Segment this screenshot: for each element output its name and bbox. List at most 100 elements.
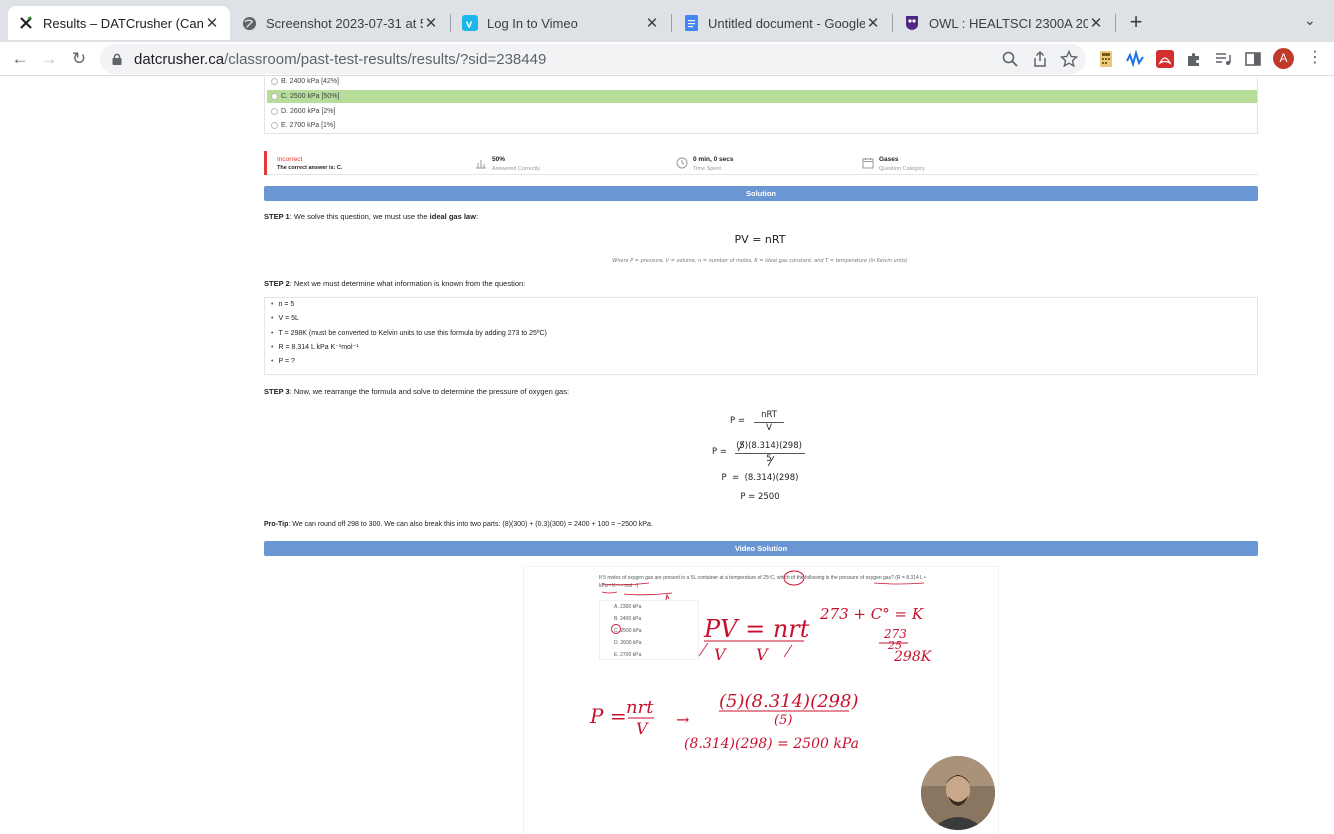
eq4-result: P = 2500	[740, 492, 780, 502]
profile-avatar[interactable]: A	[1273, 48, 1294, 69]
calculator-extension-icon[interactable]	[1097, 50, 1115, 68]
tab-datcrusher-results[interactable]: Results – DATCrusher (Canada ✕	[8, 6, 230, 40]
forward-button[interactable]: →	[38, 48, 60, 70]
google-docs-icon	[683, 15, 699, 31]
presenter-webcam	[921, 756, 995, 830]
cancel-strike-marks	[737, 440, 775, 467]
handwritten-p-equals: P =	[590, 704, 627, 728]
time-spent: 0 min, 0 secs Time Spent	[676, 155, 733, 174]
handwritten-nrt: nrt	[626, 697, 654, 718]
globe-icon	[241, 15, 257, 31]
kebab-menu-icon[interactable]: ⋮	[1307, 49, 1323, 67]
presenter-avatar-icon	[921, 756, 995, 830]
tab-screenshot[interactable]: Screenshot 2023-07-31 at 5.0 ✕	[231, 6, 449, 40]
waveform-extension-icon[interactable]	[1126, 50, 1144, 68]
close-tab-icon[interactable]: ✕	[865, 14, 881, 32]
formula-note: Where P = pressure, V = volume, n = numb…	[612, 258, 908, 264]
back-button[interactable]: ←	[9, 48, 31, 70]
browser-toolbar: ← → ↻ datcrusher.ca/classroom/past-test-…	[0, 42, 1334, 76]
answer-option-correct[interactable]: C. 2500 kPa [50%]	[267, 90, 1257, 103]
handwritten-sum-result: 298K	[894, 649, 932, 665]
incorrect-indicator	[264, 151, 267, 175]
reload-button[interactable]: ↻	[68, 48, 90, 70]
tab-separator	[1115, 14, 1116, 32]
eq1-denominator: V	[766, 423, 772, 433]
handwritten-denominators: V V	[714, 645, 768, 664]
handwritten-result: (8.314)(298) = 2500 kPa	[684, 736, 859, 752]
handwritten-v: V	[636, 719, 648, 738]
tab-strip: Results – DATCrusher (Canada ✕ Screensho…	[0, 0, 1334, 42]
chevron-down-icon[interactable]: ⌄	[1304, 12, 1316, 29]
puzzle-extensions-icon[interactable]	[1185, 50, 1203, 68]
answer-option[interactable]: D. 2600 kPa [2%]	[267, 105, 1257, 118]
radio-button[interactable]	[271, 108, 278, 115]
share-icon[interactable]	[1031, 50, 1049, 68]
tab-title: Untitled document - Google Do	[708, 15, 865, 31]
pdf-extension-icon[interactable]	[1156, 50, 1174, 68]
close-tab-icon[interactable]: ✕	[204, 14, 220, 32]
close-tab-icon[interactable]: ✕	[1088, 14, 1104, 32]
datcrusher-icon	[18, 15, 34, 31]
zoom-icon[interactable]	[1001, 50, 1019, 68]
clock-icon	[676, 157, 688, 169]
pro-tip: Pro-Tip: We can round off 298 to 300. We…	[264, 521, 653, 528]
close-tab-icon[interactable]: ✕	[644, 14, 660, 32]
list-item: n = 5	[265, 298, 1257, 312]
tab-title: Results – DATCrusher (Canada	[43, 15, 204, 31]
list-item: T = 298K (must be converted to Kelvin un…	[265, 327, 1257, 341]
result-status: Incorrect The correct answer is: C.	[277, 156, 343, 171]
url-path: /classroom/past-test-results/results/?si…	[224, 50, 547, 68]
eq1-left: P =	[730, 416, 745, 426]
tab-title: OWL : HEALTSCI 2300A 200 S	[929, 15, 1088, 31]
eq1-numerator: nRT	[761, 410, 777, 420]
list-item: P = ?	[265, 355, 1257, 369]
step-2: STEP 2: Next we must determine what info…	[264, 279, 526, 288]
url-host: datcrusher.ca	[134, 50, 225, 68]
calendar-icon	[862, 158, 874, 169]
owl-icon	[904, 15, 920, 31]
bar-chart-icon	[476, 160, 486, 169]
handwritten-substitution: (5)(8.314)(298)	[719, 691, 859, 712]
eq3: P = (8.314)(298)	[721, 473, 799, 483]
answer-option[interactable]: E. 2700 kPa [1%]	[267, 119, 1257, 132]
reading-list-icon[interactable]	[1214, 50, 1232, 68]
svg-text:v: v	[466, 19, 473, 31]
handwritten-pv-nrt: PV = nrt	[704, 615, 810, 643]
step-1: STEP 1: We solve this question, we must …	[264, 212, 479, 221]
question-category: Gases Question Category	[862, 155, 925, 174]
address-bar[interactable]: datcrusher.ca/classroom/past-test-result…	[100, 44, 1086, 74]
answer-option[interactable]: B. 2400 kPa [42%]	[267, 77, 1257, 88]
eq2-left: P =	[712, 447, 727, 457]
handwritten-substitution-den: (5)	[774, 713, 793, 728]
tab-separator	[892, 14, 893, 32]
ideal-gas-formula: PV = nRT	[734, 233, 786, 246]
list-item: V = 5L	[265, 312, 1257, 326]
lock-icon	[112, 53, 122, 65]
close-tab-icon[interactable]: ✕	[423, 14, 439, 32]
tab-title: Log In to Vimeo	[487, 15, 578, 31]
step-3: STEP 3: Now, we rearrange the formula an…	[264, 387, 570, 396]
solution-header: Solution	[264, 186, 1258, 201]
handwritten-arrow: →	[676, 710, 690, 729]
tab-owl[interactable]: OWL : HEALTSCI 2300A 200 S ✕	[894, 6, 1114, 40]
vimeo-icon: v	[462, 15, 478, 31]
tab-title: Screenshot 2023-07-31 at 5.0	[266, 15, 423, 31]
tab-google-docs[interactable]: Untitled document - Google Do ✕	[673, 6, 891, 40]
video-solution-player[interactable]: If 5 moles of oxygen gas are present in …	[524, 567, 998, 834]
video-solution-header: Video Solution	[264, 541, 1258, 556]
side-panel-icon[interactable]	[1244, 50, 1262, 68]
radio-button[interactable]	[271, 122, 278, 129]
answer-options: B. 2400 kPa [42%] C. 2500 kPa [50%] D. 2…	[264, 77, 1258, 134]
tab-vimeo[interactable]: v Log In to Vimeo ✕	[452, 6, 670, 40]
list-item: R = 8.314 L kPa K⁻¹mol⁻¹	[265, 341, 1257, 355]
radio-button[interactable]	[271, 78, 278, 85]
handwritten-kelvin-rule: 273 + C° = K	[820, 605, 924, 623]
tab-separator	[671, 14, 672, 32]
new-tab-button[interactable]: +	[1126, 10, 1146, 34]
known-values-list: n = 5 V = 5L T = 298K (must be converted…	[264, 297, 1258, 375]
percent-correct: 50% Answered Correctly	[476, 155, 540, 174]
radio-button[interactable]	[271, 93, 278, 100]
bookmark-star-icon[interactable]	[1060, 50, 1078, 68]
page-content: B. 2400 kPa [42%] C. 2500 kPa [50%] D. 2…	[0, 77, 1334, 834]
result-stats: Incorrect The correct answer is: C. 50% …	[264, 151, 1258, 175]
